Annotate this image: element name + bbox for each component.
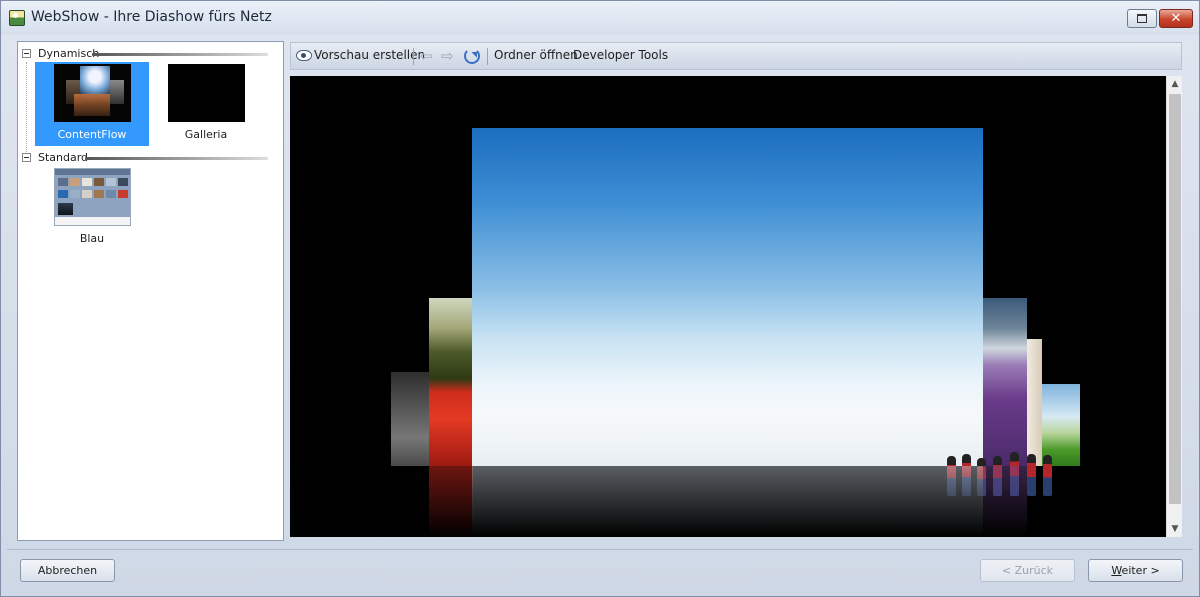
group-divider [92, 53, 268, 56]
preview-toolbar: Vorschau erstellen ⇦ ⇨ Ordner öffnen Dev… [290, 42, 1182, 70]
cancel-button[interactable]: Abbrechen [20, 559, 115, 582]
tile-label: Blau [79, 232, 105, 245]
slide-image-active[interactable] [472, 128, 1052, 496]
arrow-right-icon[interactable]: ⇨ [441, 48, 454, 64]
app-window: WebShow - Ihre Diashow fürs Netz ✕ Dynam… [0, 0, 1200, 597]
template-galleria[interactable]: Galleria [149, 62, 263, 146]
group-standard[interactable]: Standard [22, 151, 277, 165]
galleria-thumbnail [168, 64, 245, 122]
template-blau[interactable]: Blau [35, 166, 149, 250]
group-label: Dynamisch [38, 47, 100, 60]
window-title: WebShow - Ihre Diashow fürs Netz [31, 9, 272, 25]
arrow-left-icon[interactable]: ⇦ [420, 48, 433, 64]
slide-image[interactable] [429, 298, 473, 466]
eye-icon[interactable] [296, 50, 312, 61]
tile-label: ContentFlow [57, 128, 127, 141]
back-button[interactable]: < Zurück [980, 559, 1075, 582]
group-divider [85, 157, 268, 160]
preview-button[interactable]: Vorschau erstellen [314, 48, 425, 62]
group-dynamisch[interactable]: Dynamisch [22, 47, 277, 61]
toolbar-separator [413, 48, 414, 65]
blau-thumbnail [54, 168, 131, 226]
scroll-down-icon[interactable]: ▼ [1167, 521, 1183, 537]
collapse-icon[interactable] [22, 49, 31, 58]
slide-reflection [429, 466, 473, 537]
group-label: Standard [38, 151, 89, 164]
open-folder-button[interactable]: Ordner öffnen [494, 48, 578, 62]
toolbar-separator [487, 48, 488, 65]
webshow-app-icon [9, 10, 25, 26]
next-button-mnemonic: W [1111, 564, 1122, 577]
tile-label: Galleria [184, 128, 228, 141]
tree-connector [26, 62, 27, 154]
slide-reflection [472, 466, 983, 537]
close-button[interactable]: ✕ [1159, 9, 1193, 28]
refresh-icon[interactable] [464, 48, 480, 64]
restore-button[interactable] [1127, 9, 1157, 28]
next-button-label: eiter > [1121, 564, 1160, 577]
template-tree[interactable]: Dynamisch ContentFlow Galleria Standard [17, 41, 284, 541]
next-button[interactable]: Weiter > [1088, 559, 1183, 582]
slideshow-preview[interactable] [290, 76, 1166, 537]
template-contentflow[interactable]: ContentFlow [35, 62, 149, 146]
developer-tools-button[interactable]: Developer Tools [573, 48, 668, 62]
slide-image[interactable] [391, 372, 431, 466]
restore-icon [1137, 14, 1147, 23]
title-bar[interactable]: WebShow - Ihre Diashow fürs Netz ✕ [1, 1, 1199, 35]
close-icon: ✕ [1170, 11, 1182, 26]
preview-scrollbar[interactable]: ▲ ▼ [1166, 76, 1182, 537]
footer-divider [7, 549, 1193, 550]
slide-image[interactable] [983, 298, 1027, 466]
contentflow-thumbnail [54, 64, 131, 122]
collapse-icon[interactable] [22, 153, 31, 162]
scroll-up-icon[interactable]: ▲ [1167, 76, 1183, 92]
scroll-thumb[interactable] [1169, 94, 1181, 504]
slide-reflection [983, 466, 1027, 537]
